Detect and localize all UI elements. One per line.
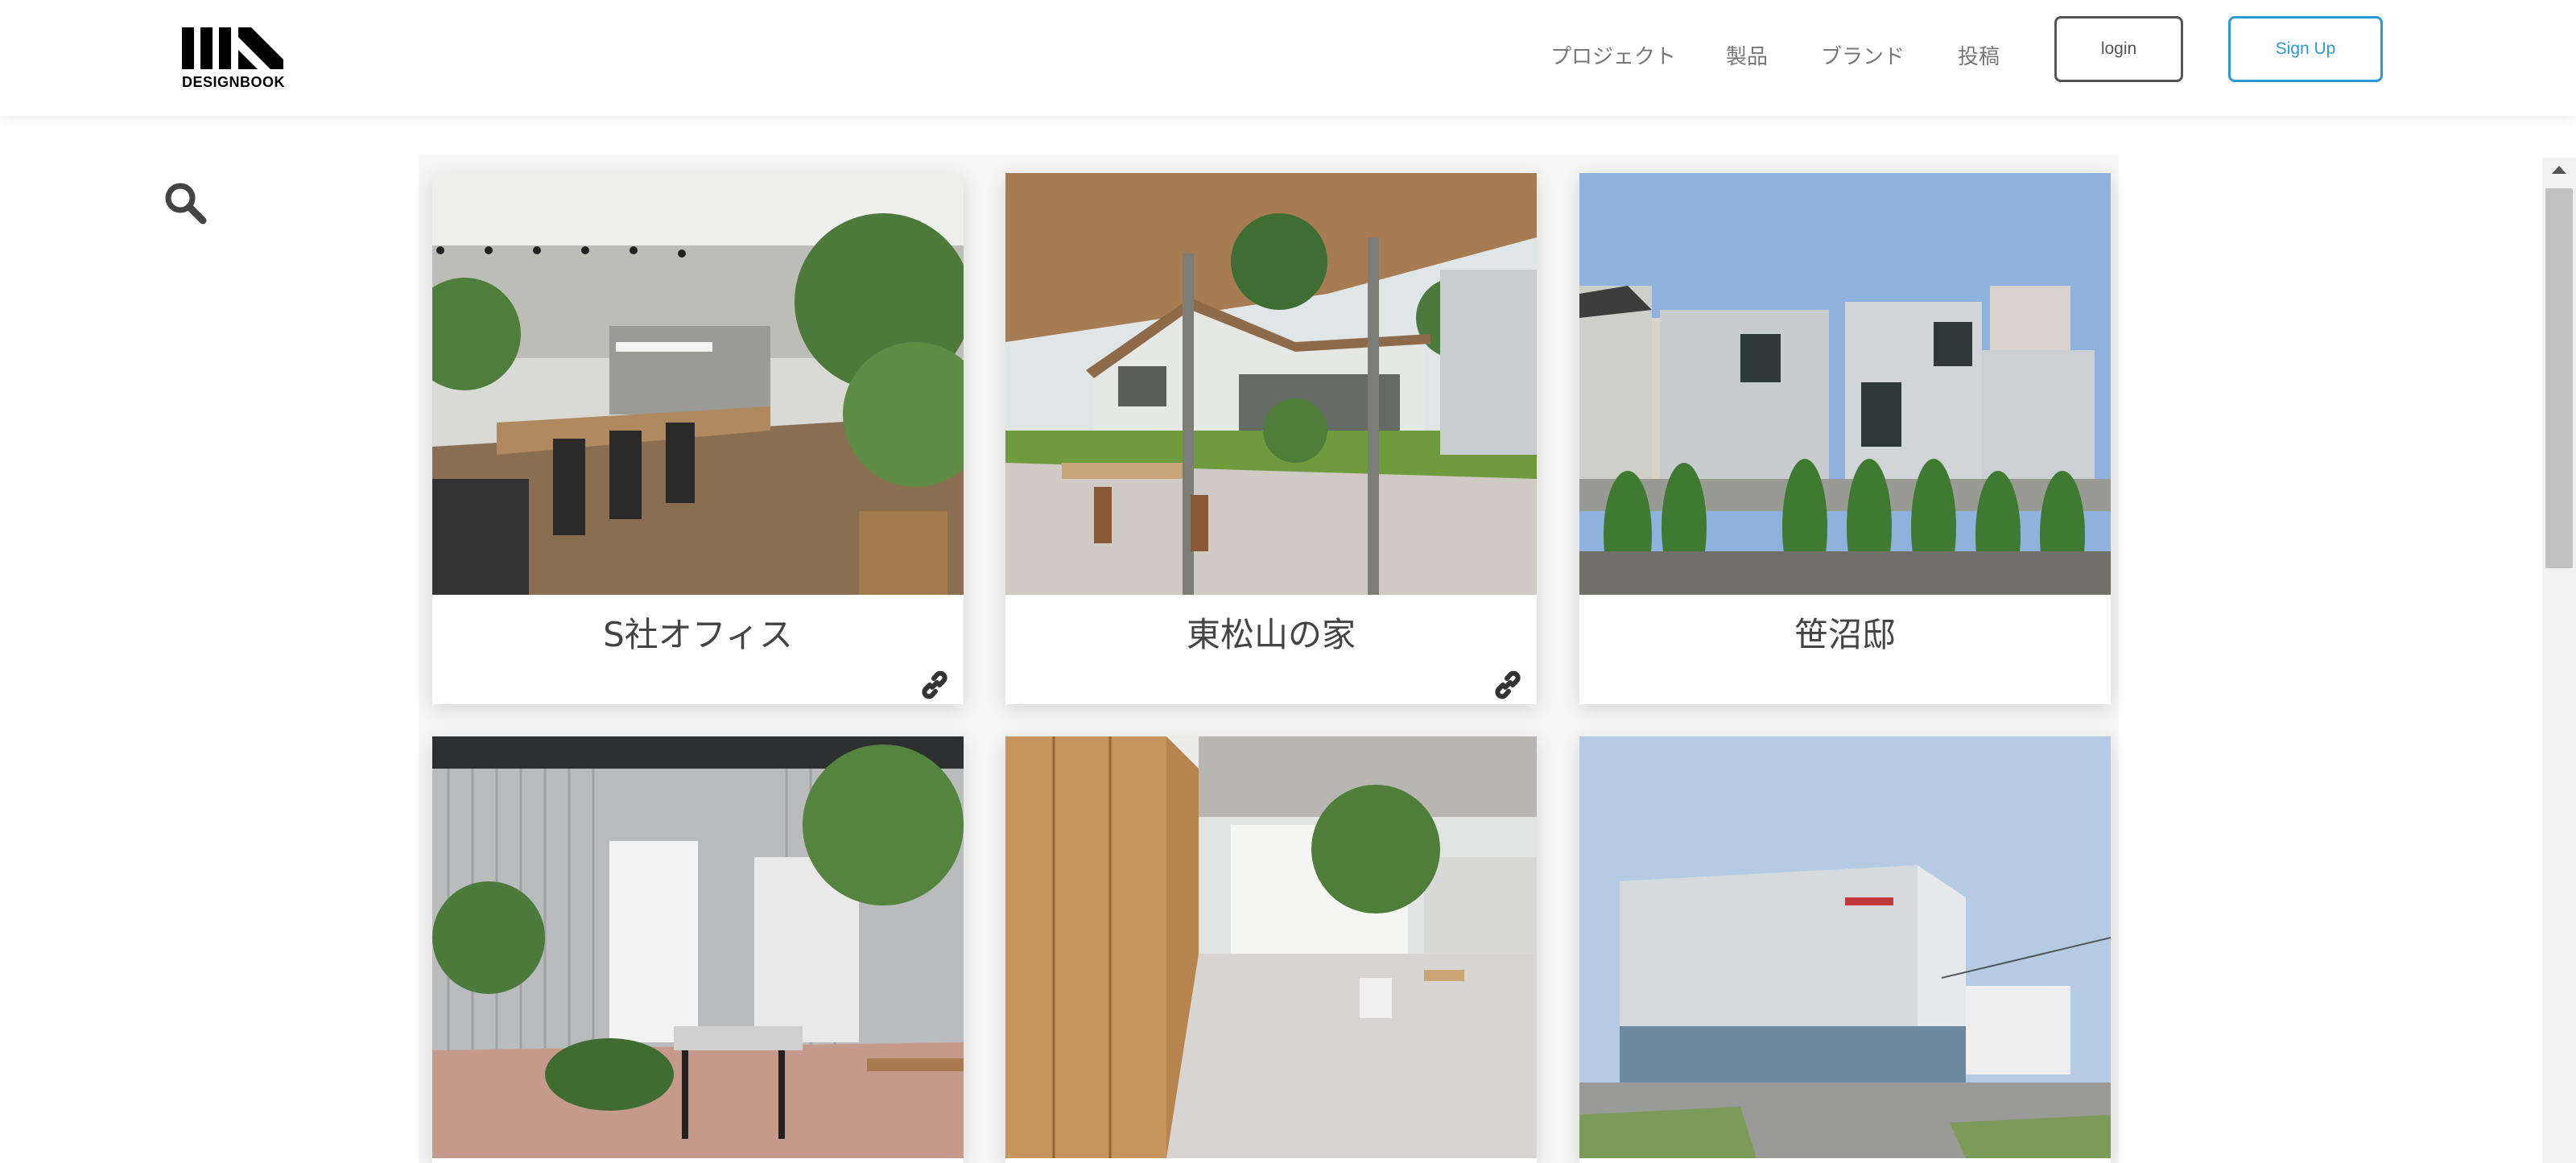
project-title: 笹沼邸 — [1794, 615, 1896, 654]
designbook-logo-icon — [182, 27, 283, 69]
project-title: S社オフィス — [603, 615, 793, 654]
project-photo — [432, 736, 964, 1158]
nav-projects[interactable]: プロジェクト — [1550, 40, 1676, 72]
link-icon[interactable] — [1492, 669, 1524, 701]
project-title: 東松山の家 — [1186, 615, 1356, 654]
project-photo — [1579, 173, 2111, 595]
project-photo — [1005, 736, 1537, 1158]
nav-posts[interactable]: 投稿 — [1958, 40, 2000, 72]
project-photo — [1005, 173, 1537, 595]
project-card[interactable]: 笹沼邸 — [1579, 173, 2111, 704]
nav-products[interactable]: 製品 — [1726, 40, 1768, 72]
signup-button[interactable]: Sign Up — [2228, 16, 2383, 82]
project-card[interactable] — [1579, 736, 2111, 1163]
link-icon[interactable] — [919, 669, 951, 701]
project-card[interactable] — [1005, 736, 1537, 1163]
project-card[interactable] — [432, 736, 964, 1163]
scroll-up-arrow-icon[interactable] — [2547, 161, 2571, 180]
search-icon[interactable] — [161, 179, 209, 227]
login-button[interactable]: login — [2054, 16, 2183, 82]
project-card[interactable]: S社オフィス — [432, 173, 964, 704]
nav-brands[interactable]: ブランド — [1821, 40, 1905, 72]
project-photo — [1579, 736, 2111, 1158]
project-photo — [432, 173, 964, 595]
project-card[interactable]: 東松山の家 — [1005, 173, 1537, 704]
brand-logo[interactable]: DESIGNBOOK — [180, 26, 290, 92]
scrollbar-thumb[interactable] — [2545, 188, 2573, 568]
site-header: DESIGNBOOK プロジェクト 製品 ブランド 投稿 login Sign … — [0, 0, 2576, 116]
brand-name: DESIGNBOOK — [182, 74, 286, 90]
